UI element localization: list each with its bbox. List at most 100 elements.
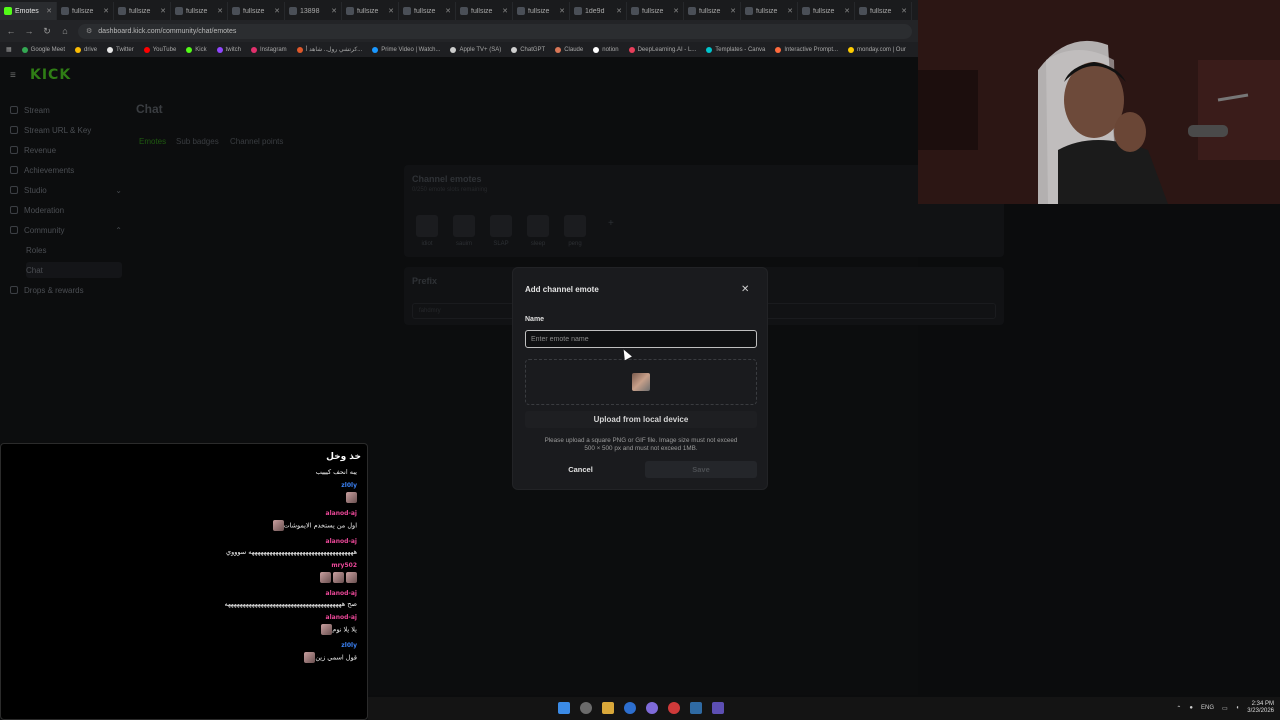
close-icon[interactable]: ✕	[741, 284, 749, 295]
browser-tab[interactable]: fullsize ✕	[513, 2, 570, 20]
emote-thumbnail[interactable]	[490, 215, 512, 237]
tab-close-icon[interactable]: ✕	[844, 7, 850, 15]
sidebar-item-stream-url-key[interactable]: Stream URL & Key	[10, 122, 122, 138]
browser-tab[interactable]: fullsize ✕	[627, 2, 684, 20]
language-indicator[interactable]: ENG	[1201, 705, 1214, 711]
clock[interactable]: 2:34 PM 3/23/2026	[1247, 701, 1274, 715]
sidebar-item-drops-rewards[interactable]: Drops & rewards	[10, 282, 122, 298]
site-info-icon[interactable]: ⚙	[86, 27, 92, 35]
back-icon[interactable]: ←	[6, 26, 16, 36]
steam-icon[interactable]	[690, 702, 702, 714]
volume-icon[interactable]: ◖	[1236, 705, 1240, 711]
tab-close-icon[interactable]: ✕	[217, 7, 223, 15]
tab-close-icon[interactable]: ✕	[730, 7, 736, 15]
browser-tab[interactable]: fullsize ✕	[684, 2, 741, 20]
tab-close-icon[interactable]: ✕	[274, 7, 280, 15]
bookmark-item[interactable]: monday.com | Our	[848, 46, 906, 53]
tab-sub-badges[interactable]: Sub badges	[176, 137, 219, 146]
bookmark-item[interactable]: YouTube	[143, 46, 176, 53]
sidebar-item-moderation[interactable]: Moderation	[10, 202, 122, 218]
tab-close-icon[interactable]: ✕	[559, 7, 565, 15]
add-emote-icon[interactable]: +	[608, 218, 614, 229]
bookmark-item[interactable]: Templates - Canva	[706, 46, 765, 53]
bookmark-item[interactable]: Instagram	[250, 46, 287, 53]
browser-tab[interactable]: fullsize ✕	[228, 2, 285, 20]
hamburger-icon[interactable]: ≡	[10, 70, 16, 81]
image-drop-zone[interactable]	[525, 359, 757, 405]
app-icon[interactable]	[712, 702, 724, 714]
sidebar-item-community[interactable]: Community ⌃	[10, 222, 122, 238]
emote-thumbnail[interactable]	[527, 215, 549, 237]
bookmark-item[interactable]: drive	[75, 46, 97, 53]
chrome-icon[interactable]	[624, 702, 636, 714]
start-icon[interactable]	[558, 702, 570, 714]
emote-name-input[interactable]	[525, 330, 757, 348]
browser-tab[interactable]: fullsize ✕	[741, 2, 798, 20]
bookmark-item[interactable]: twitch	[216, 46, 241, 53]
bookmark-item[interactable]: Prime Video | Watch...	[372, 46, 440, 53]
forward-icon[interactable]: →	[24, 26, 34, 36]
sidebar-item-roles[interactable]: Roles	[26, 242, 122, 258]
bookmark-item[interactable]: Apple TV+ (SA)	[450, 46, 501, 53]
tab-close-icon[interactable]: ✕	[445, 7, 451, 15]
tab-close-icon[interactable]: ✕	[388, 7, 394, 15]
tab-close-icon[interactable]: ✕	[616, 7, 622, 15]
bookmark-item[interactable]: ChatGPT	[511, 46, 545, 53]
cancel-button[interactable]: Cancel	[525, 461, 636, 478]
tab-close-icon[interactable]: ✕	[331, 7, 337, 15]
sidebar-item-studio[interactable]: Studio ⌄	[10, 182, 122, 198]
save-button[interactable]: Save	[645, 461, 757, 478]
tab-channel-points[interactable]: Channel points	[230, 137, 283, 146]
tray-chevron-icon[interactable]: ⌃	[1176, 705, 1181, 712]
sidebar-item-revenue[interactable]: Revenue	[10, 142, 122, 158]
browser-tab[interactable]: Emotes ✕	[0, 2, 57, 20]
obs-icon[interactable]	[668, 702, 680, 714]
bookmark-item[interactable]: Claude	[555, 46, 583, 53]
tab-close-icon[interactable]: ✕	[502, 7, 508, 15]
browser-tab[interactable]: fullsize ✕	[114, 2, 171, 20]
mic-icon[interactable]: ●	[1189, 705, 1193, 711]
browser-tab[interactable]: 13898 ✕	[285, 2, 342, 20]
bookmark-item[interactable]: DeepLearning.AI - L...	[628, 46, 696, 53]
webcam-feed-image	[918, 0, 1280, 204]
network-icon[interactable]: ▭	[1222, 705, 1228, 712]
tab-emotes[interactable]: Emotes	[139, 137, 166, 146]
browser-tab[interactable]: fullsize ✕	[798, 2, 855, 20]
browser-tab[interactable]: 1de9d ✕	[570, 2, 627, 20]
emote-thumbnail[interactable]	[564, 215, 586, 237]
bookmark-item[interactable]: Google Meet	[21, 46, 65, 53]
tab-favicon-icon	[460, 7, 468, 15]
tab-close-icon[interactable]: ✕	[46, 7, 52, 15]
tab-close-icon[interactable]: ✕	[673, 7, 679, 15]
file-explorer-icon[interactable]	[602, 702, 614, 714]
reload-icon[interactable]: ↻	[42, 26, 52, 37]
sidebar-item-stream[interactable]: Stream	[10, 102, 122, 118]
browser-tab[interactable]: fullsize ✕	[399, 2, 456, 20]
browser-tab[interactable]: fullsize ✕	[57, 2, 114, 20]
apps-icon[interactable]: ▦	[6, 46, 12, 53]
kick-logo[interactable]: KICK	[30, 67, 71, 83]
browser-tab[interactable]: fullsize ✕	[342, 2, 399, 20]
discord-icon[interactable]	[646, 702, 658, 714]
browser-tab[interactable]: fullsize ✕	[456, 2, 513, 20]
tab-close-icon[interactable]: ✕	[787, 7, 793, 15]
sidebar-item-achievements[interactable]: Achievements	[10, 162, 122, 178]
bookmark-item[interactable]: Kick	[186, 46, 207, 53]
browser-tab[interactable]: fullsize ✕	[171, 2, 228, 20]
bookmark-item[interactable]: Twitter	[107, 46, 134, 53]
tab-close-icon[interactable]: ✕	[160, 7, 166, 15]
bookmark-item[interactable]: كرتشي رول.. شاهد أ...	[296, 46, 362, 53]
tab-label: fullsize	[756, 7, 778, 15]
tab-close-icon[interactable]: ✕	[901, 7, 907, 15]
bookmark-item[interactable]: notion	[593, 46, 619, 53]
emote-thumbnail[interactable]	[416, 215, 438, 237]
bookmark-item[interactable]: Interactive Prompt...	[775, 46, 838, 53]
browser-tab[interactable]: fullsize ✕	[855, 2, 912, 20]
url-field[interactable]: ⚙ dashboard.kick.com/community/chat/emot…	[78, 23, 912, 39]
home-icon[interactable]: ⌂	[60, 26, 70, 36]
sidebar-item-chat[interactable]: Chat	[26, 262, 122, 278]
search-icon[interactable]	[580, 702, 592, 714]
tab-close-icon[interactable]: ✕	[103, 7, 109, 15]
emote-thumbnail[interactable]	[453, 215, 475, 237]
upload-button[interactable]: Upload from local device	[525, 411, 757, 428]
